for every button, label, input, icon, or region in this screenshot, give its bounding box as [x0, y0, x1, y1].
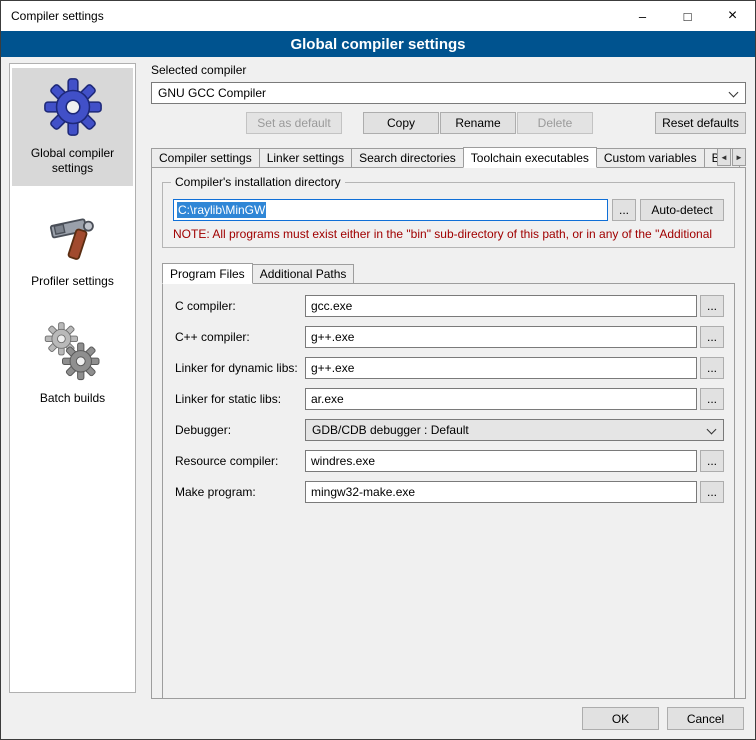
window-controls: – □ × [620, 1, 755, 31]
make-program-browse-button[interactable]: ... [700, 481, 724, 503]
program-files-panel: C compiler: ... C++ compiler: ... Linker… [162, 283, 735, 699]
delete-button[interactable]: Delete [517, 112, 593, 134]
c-compiler-input[interactable] [305, 295, 697, 317]
dialog-footer: OK Cancel [582, 707, 744, 730]
tab-toolchain-executables[interactable]: Toolchain executables [463, 147, 597, 168]
compiler-select[interactable]: GNU GCC Compiler [151, 82, 746, 104]
tab-custom-variables[interactable]: Custom variables [596, 148, 705, 167]
install-dir-group-label: Compiler's installation directory [171, 175, 345, 189]
dialog-banner: Global compiler settings [1, 31, 755, 57]
field-row-static-linker: Linker for static libs: ... [175, 388, 724, 410]
tab-scroll-controls: ◄ ► [716, 148, 746, 166]
tab-compiler-settings[interactable]: Compiler settings [151, 148, 260, 167]
field-row-dynamic-linker: Linker for dynamic libs: ... [175, 357, 724, 379]
compiler-select-value: GNU GCC Compiler [158, 86, 266, 100]
make-program-label: Make program: [175, 485, 305, 499]
debugger-label: Debugger: [175, 423, 305, 437]
sidebar-item-global-compiler-settings[interactable]: Global compiler settings [12, 68, 133, 186]
install-dir-selected-text: C:\raylib\MinGW [177, 202, 266, 218]
tab-search-directories[interactable]: Search directories [351, 148, 464, 167]
cpp-compiler-label: C++ compiler: [175, 330, 305, 344]
tab-linker-settings[interactable]: Linker settings [259, 148, 352, 167]
field-row-cpp-compiler: C++ compiler: ... [175, 326, 724, 348]
tab-program-files[interactable]: Program Files [162, 263, 253, 284]
toolchain-executables-panel: Compiler's installation directory C:\ray… [151, 167, 746, 699]
sidebar-item-profiler-settings[interactable]: Profiler settings [12, 200, 133, 299]
tab-scroll-right-icon[interactable]: ► [732, 148, 746, 166]
window-title: Compiler settings [1, 9, 620, 23]
static-linker-label: Linker for static libs: [175, 392, 305, 406]
install-dir-browse-button[interactable]: ... [612, 199, 636, 221]
resource-compiler-input[interactable] [305, 450, 697, 472]
gears-icon [42, 321, 104, 383]
dynamic-linker-label: Linker for dynamic libs: [175, 361, 305, 375]
dynamic-linker-browse-button[interactable]: ... [700, 357, 724, 379]
install-dir-groupbox: Compiler's installation directory C:\ray… [162, 182, 735, 248]
install-dir-note: NOTE: All programs must exist either in … [173, 227, 724, 241]
static-linker-browse-button[interactable]: ... [700, 388, 724, 410]
chevron-down-icon [707, 425, 717, 435]
program-tabstrip: Program Files Additional Paths [162, 262, 735, 283]
tab-scroll-left-icon[interactable]: ◄ [717, 148, 731, 166]
debugger-select[interactable]: GDB/CDB debugger : Default [305, 419, 724, 441]
chevron-down-icon [729, 88, 739, 98]
sidebar-item-batch-builds[interactable]: Batch builds [12, 313, 133, 416]
make-program-input[interactable] [305, 481, 697, 503]
ok-button[interactable]: OK [582, 707, 659, 730]
sidebar: Global compiler settings Profiler settin… [9, 63, 136, 693]
settings-tabstrip: Compiler settings Linker settings Search… [151, 146, 746, 167]
cpp-compiler-browse-button[interactable]: ... [700, 326, 724, 348]
debugger-select-value: GDB/CDB debugger : Default [312, 423, 469, 437]
install-dir-row: C:\raylib\MinGW ... Auto-detect [173, 199, 724, 221]
main-content: Selected compiler GNU GCC Compiler Set a… [151, 63, 746, 699]
sidebar-item-label: Batch builds [40, 391, 105, 406]
compiler-actions: Set as default Copy Rename Delete Reset … [151, 112, 746, 134]
spacer [342, 112, 363, 134]
rename-button[interactable]: Rename [440, 112, 516, 134]
field-row-make-program: Make program: ... [175, 481, 724, 503]
copy-button[interactable]: Copy [363, 112, 439, 134]
auto-detect-button[interactable]: Auto-detect [640, 199, 724, 221]
gear-icon [42, 76, 104, 138]
compiler-settings-window: Compiler settings – □ × Global compiler … [0, 0, 756, 740]
c-compiler-label: C compiler: [175, 299, 305, 313]
resource-compiler-browse-button[interactable]: ... [700, 450, 724, 472]
cpp-compiler-input[interactable] [305, 326, 697, 348]
titlebar: Compiler settings – □ × [1, 1, 755, 31]
reset-defaults-button[interactable]: Reset defaults [655, 112, 746, 134]
field-row-debugger: Debugger: GDB/CDB debugger : Default [175, 419, 724, 441]
resource-compiler-label: Resource compiler: [175, 454, 305, 468]
profiler-tool-icon [44, 208, 102, 266]
maximize-icon[interactable]: □ [665, 1, 710, 31]
cancel-button[interactable]: Cancel [667, 707, 744, 730]
static-linker-input[interactable] [305, 388, 697, 410]
c-compiler-browse-button[interactable]: ... [700, 295, 724, 317]
tab-additional-paths[interactable]: Additional Paths [252, 264, 355, 283]
spacer [151, 112, 246, 134]
install-dir-input[interactable]: C:\raylib\MinGW [173, 199, 608, 221]
spacer [593, 112, 655, 134]
sidebar-item-label: Global compiler settings [16, 146, 129, 176]
field-row-c-compiler: C compiler: ... [175, 295, 724, 317]
close-icon[interactable]: × [710, 1, 755, 31]
sidebar-item-label: Profiler settings [31, 274, 114, 289]
set-as-default-button[interactable]: Set as default [246, 112, 342, 134]
field-row-resource-compiler: Resource compiler: ... [175, 450, 724, 472]
selected-compiler-label: Selected compiler [151, 63, 746, 77]
minimize-icon[interactable]: – [620, 1, 665, 31]
dynamic-linker-input[interactable] [305, 357, 697, 379]
